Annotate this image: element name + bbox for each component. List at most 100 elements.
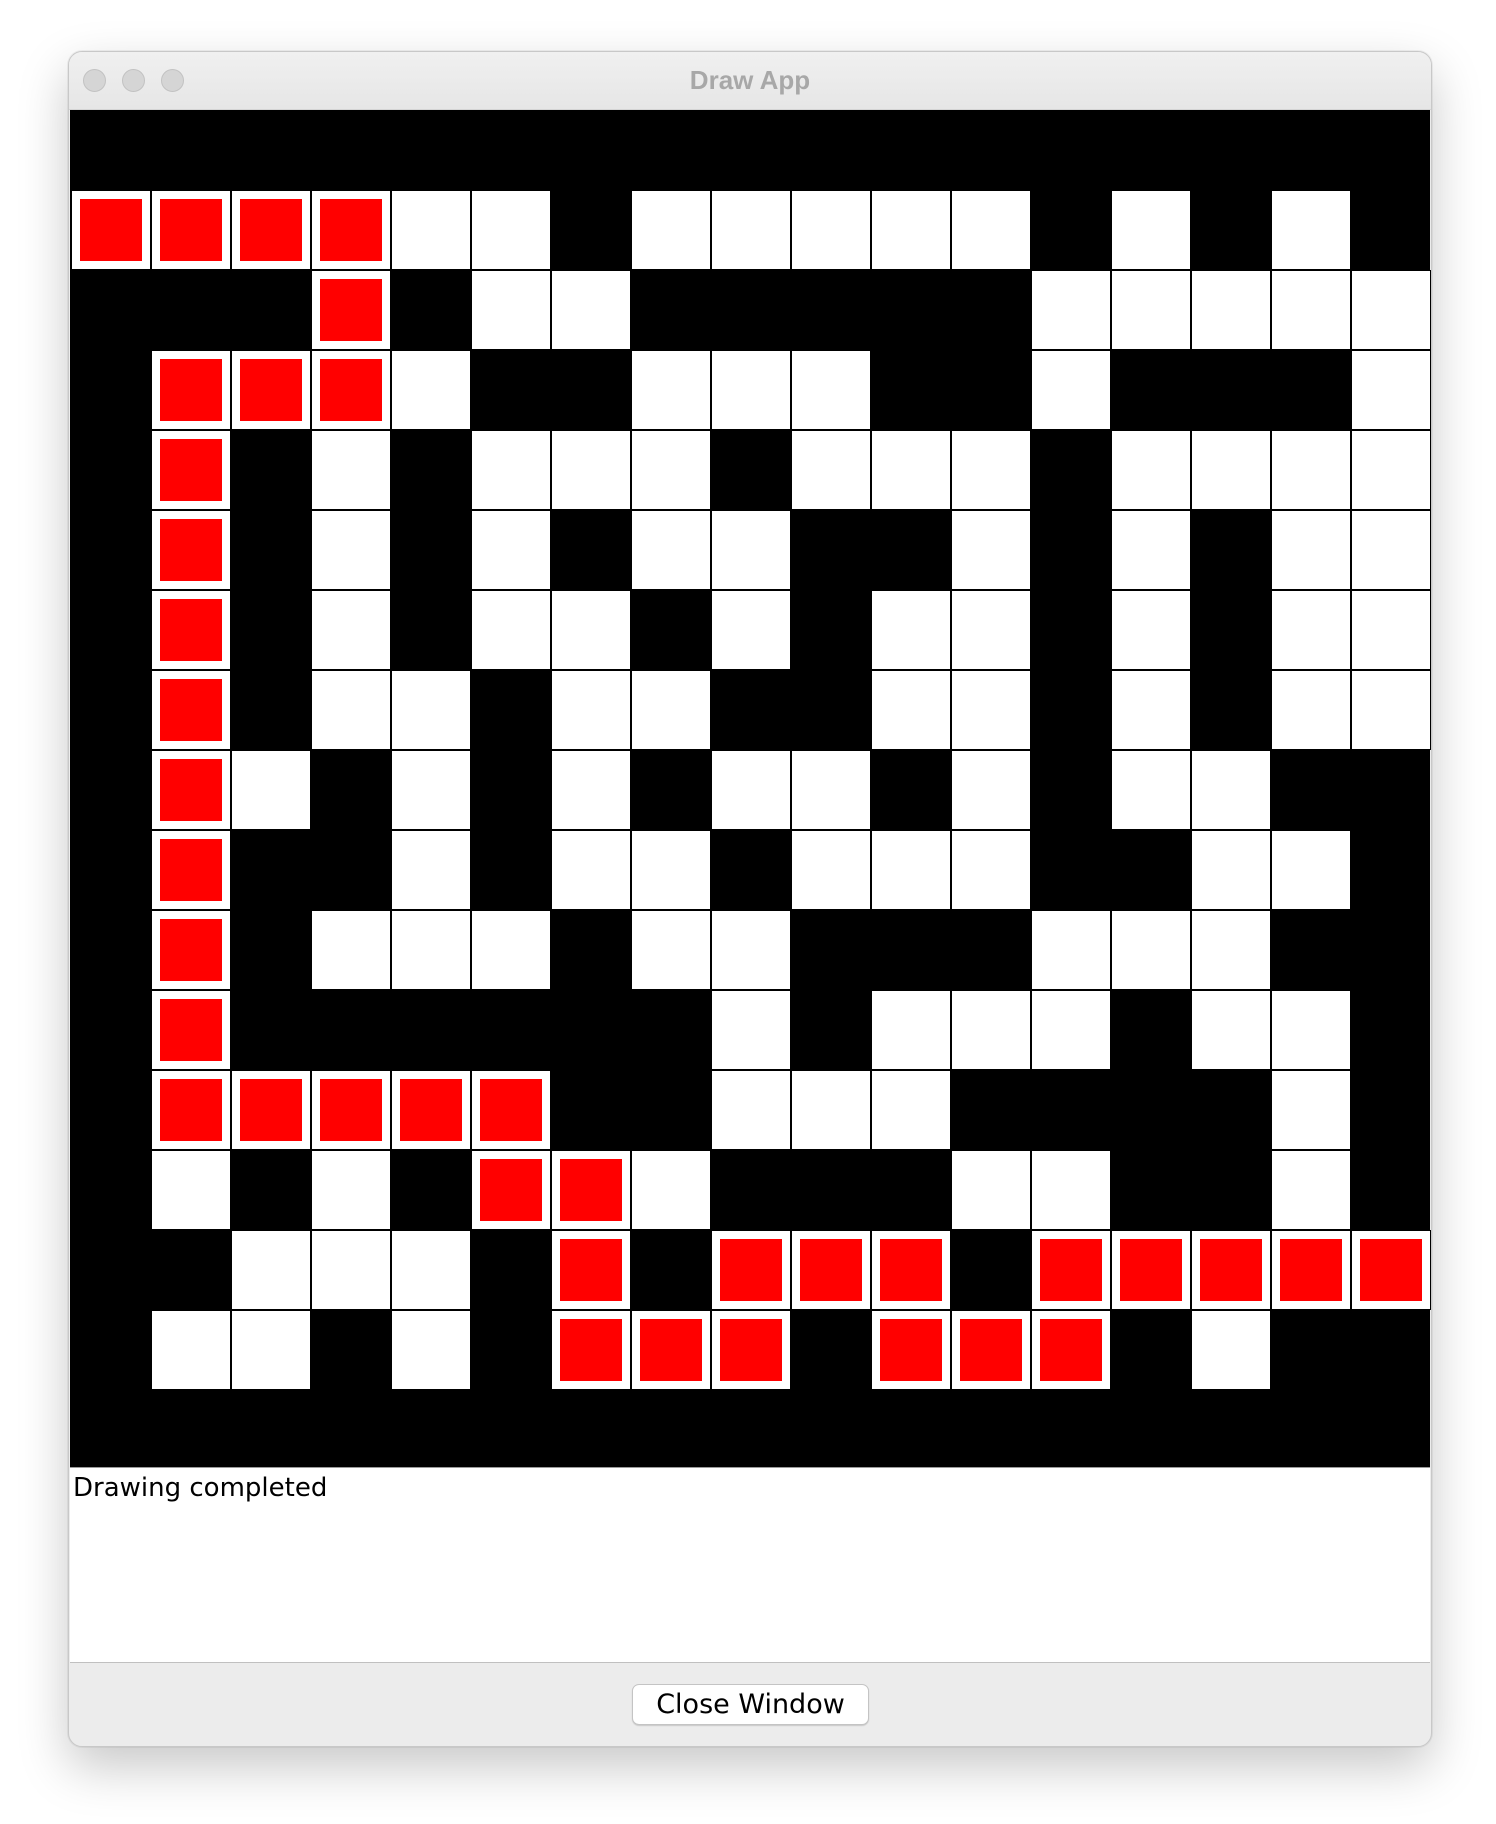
- open-cell: [151, 1310, 231, 1390]
- open-cell: [1271, 430, 1351, 510]
- open-cell: [1271, 1150, 1351, 1230]
- path-cell: [151, 990, 231, 1070]
- path-marker: [320, 199, 382, 261]
- path-cell: [1351, 1230, 1431, 1310]
- open-cell: [1031, 1150, 1111, 1230]
- open-cell: [391, 830, 471, 910]
- open-cell: [711, 510, 791, 590]
- app-window: Draw App Drawing completed Close Window: [68, 51, 1432, 1747]
- path-cell: [151, 350, 231, 430]
- open-cell: [1111, 670, 1191, 750]
- path-marker: [160, 439, 222, 501]
- path-marker: [240, 199, 302, 261]
- path-marker: [160, 759, 222, 821]
- open-cell: [311, 510, 391, 590]
- path-marker: [160, 679, 222, 741]
- open-cell: [391, 1230, 471, 1310]
- path-marker: [1120, 1239, 1182, 1301]
- open-cell: [1271, 510, 1351, 590]
- open-cell: [951, 670, 1031, 750]
- open-cell: [631, 910, 711, 990]
- path-marker: [1200, 1239, 1262, 1301]
- path-cell: [471, 1150, 551, 1230]
- path-marker: [160, 199, 222, 261]
- path-marker: [1280, 1239, 1342, 1301]
- path-marker: [160, 359, 222, 421]
- path-cell: [951, 1310, 1031, 1390]
- open-cell: [1271, 1070, 1351, 1150]
- path-cell: [151, 1070, 231, 1150]
- open-cell: [711, 910, 791, 990]
- open-cell: [791, 190, 871, 270]
- path-cell: [711, 1310, 791, 1390]
- open-cell: [1271, 670, 1351, 750]
- open-cell: [631, 1150, 711, 1230]
- open-cell: [471, 510, 551, 590]
- open-cell: [631, 830, 711, 910]
- path-cell: [631, 1310, 711, 1390]
- open-cell: [551, 430, 631, 510]
- path-cell: [391, 1070, 471, 1150]
- open-cell: [1191, 270, 1271, 350]
- path-cell: [1271, 1230, 1351, 1310]
- path-marker: [320, 359, 382, 421]
- open-cell: [1271, 590, 1351, 670]
- open-cell: [391, 350, 471, 430]
- open-cell: [951, 1150, 1031, 1230]
- open-cell: [311, 590, 391, 670]
- open-cell: [631, 190, 711, 270]
- path-marker: [1040, 1319, 1102, 1381]
- path-cell: [231, 350, 311, 430]
- open-cell: [791, 430, 871, 510]
- open-cell: [1351, 670, 1431, 750]
- open-cell: [1351, 350, 1431, 430]
- path-cell: [151, 670, 231, 750]
- open-cell: [391, 750, 471, 830]
- open-cell: [711, 190, 791, 270]
- path-marker: [960, 1319, 1022, 1381]
- open-cell: [471, 190, 551, 270]
- open-cell: [231, 1310, 311, 1390]
- path-marker: [160, 519, 222, 581]
- path-cell: [231, 1070, 311, 1150]
- open-cell: [471, 270, 551, 350]
- open-cell: [231, 750, 311, 830]
- close-window-button[interactable]: Close Window: [632, 1684, 869, 1725]
- path-cell: [471, 1070, 551, 1150]
- open-cell: [631, 430, 711, 510]
- open-cell: [1351, 510, 1431, 590]
- open-cell: [1031, 350, 1111, 430]
- path-marker: [1040, 1239, 1102, 1301]
- open-cell: [1111, 270, 1191, 350]
- open-cell: [311, 430, 391, 510]
- path-cell: [1031, 1230, 1111, 1310]
- open-cell: [871, 590, 951, 670]
- open-cell: [551, 750, 631, 830]
- open-cell: [1111, 750, 1191, 830]
- open-cell: [711, 590, 791, 670]
- open-cell: [1111, 590, 1191, 670]
- open-cell: [1191, 750, 1271, 830]
- title-bar[interactable]: Draw App: [69, 52, 1431, 110]
- open-cell: [391, 670, 471, 750]
- open-cell: [551, 590, 631, 670]
- path-marker: [880, 1319, 942, 1381]
- open-cell: [1191, 430, 1271, 510]
- open-cell: [1191, 990, 1271, 1070]
- open-cell: [791, 1070, 871, 1150]
- open-cell: [1111, 510, 1191, 590]
- open-cell: [951, 750, 1031, 830]
- open-cell: [871, 670, 951, 750]
- open-cell: [711, 1070, 791, 1150]
- path-marker: [240, 1079, 302, 1141]
- path-cell: [1031, 1310, 1111, 1390]
- path-cell: [871, 1230, 951, 1310]
- path-marker: [1360, 1239, 1422, 1301]
- open-cell: [1271, 190, 1351, 270]
- path-cell: [551, 1310, 631, 1390]
- path-cell: [311, 270, 391, 350]
- open-cell: [391, 190, 471, 270]
- path-marker: [640, 1319, 702, 1381]
- path-cell: [311, 190, 391, 270]
- path-cell: [791, 1230, 871, 1310]
